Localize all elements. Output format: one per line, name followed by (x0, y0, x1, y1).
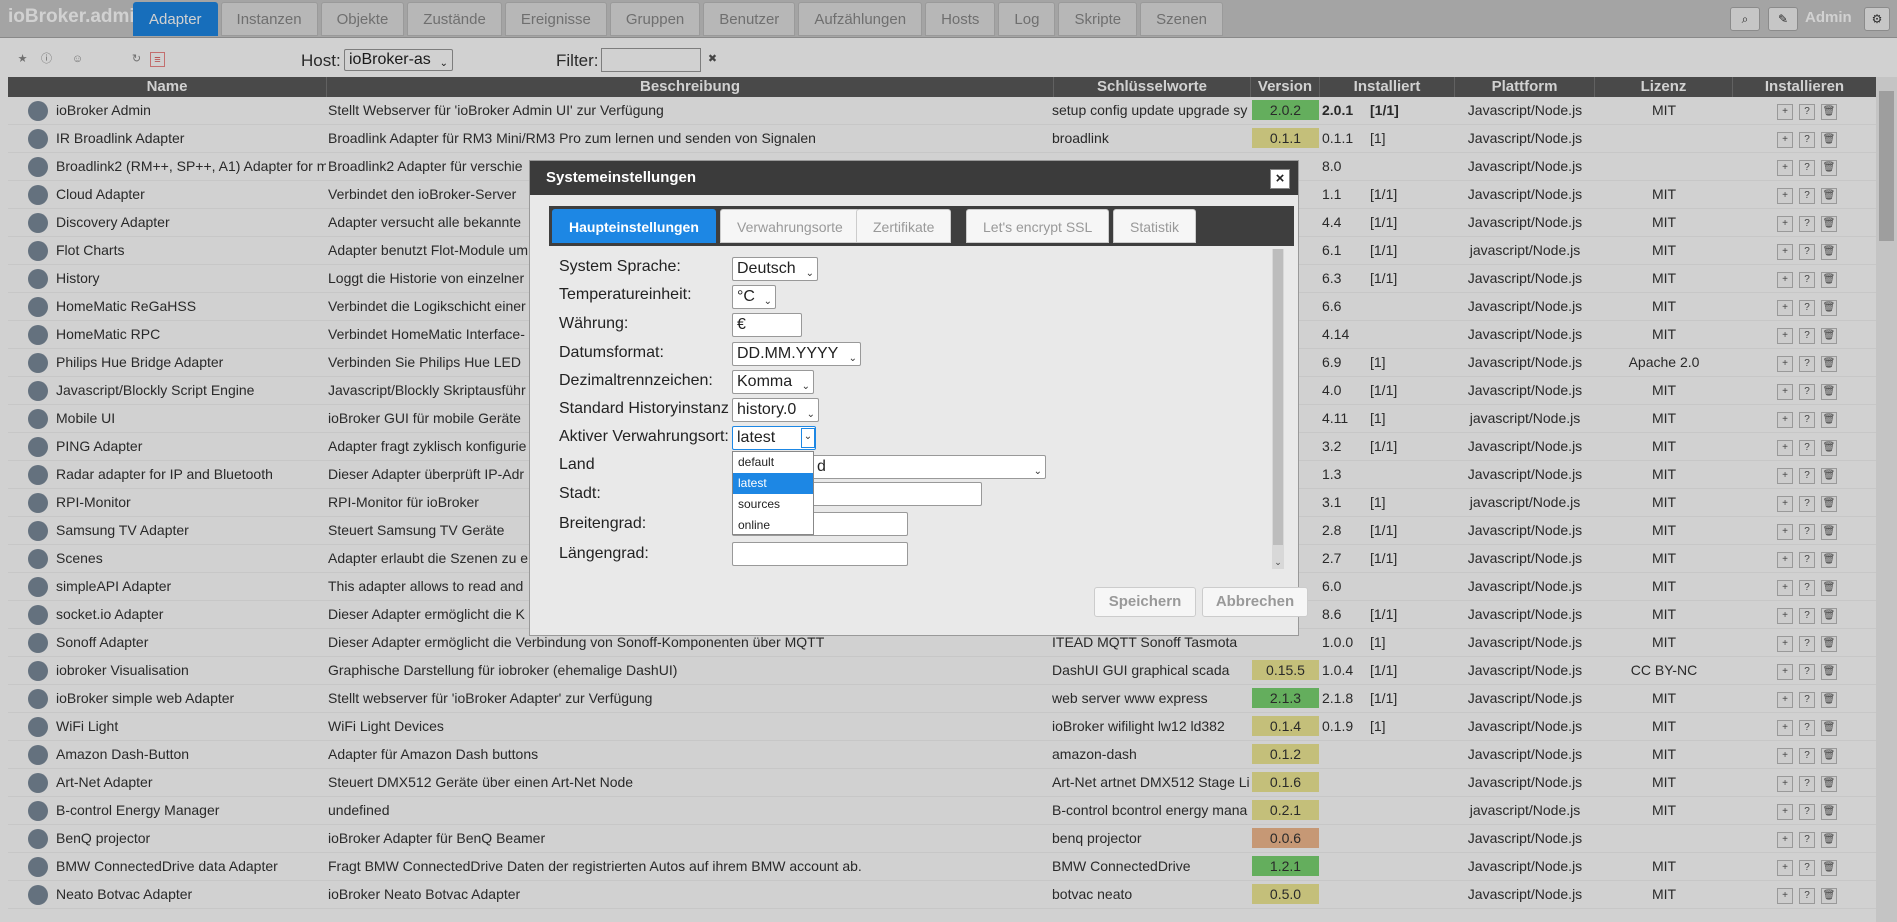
dropdown-option-sources[interactable]: sources (733, 494, 813, 515)
language-label: System Sprache: (559, 258, 681, 275)
active-repository-label: Aktiver Verwahrungsort: (559, 428, 729, 445)
decimal-separator-label: Dezimaltrennzeichen: (559, 372, 713, 389)
city-label: Stadt: (559, 485, 601, 502)
latitude-label: Breitengrad: (559, 515, 647, 532)
decimal-separator-select[interactable]: Komma ⌄ (732, 370, 814, 394)
dialog-scrollbar-thumb[interactable] (1273, 249, 1283, 545)
country-label: Land (559, 456, 595, 473)
tab-verwahrungsorte[interactable]: Verwahrungsorte (720, 209, 860, 243)
tab-haupteinstellungen[interactable]: Haupteinstellungen (552, 209, 716, 243)
language-select[interactable]: Deutsch ⌄ (732, 257, 818, 281)
date-format-label: Datumsformat: (559, 344, 664, 361)
chevron-down-icon: ⌄ (801, 381, 810, 392)
temperature-select[interactable]: °C ⌄ (732, 285, 776, 309)
repository-dropdown-list: default latest sources online (732, 451, 814, 535)
date-format-select[interactable]: DD.MM.YYYY ⌄ (732, 342, 861, 366)
close-icon[interactable]: × (1270, 169, 1290, 189)
history-instance-select[interactable]: history.0 ⌄ (732, 398, 819, 422)
chevron-down-icon: ⌄ (763, 296, 772, 307)
active-repository-value: latest (737, 429, 776, 446)
cancel-button[interactable]: Abbrechen (1202, 587, 1308, 617)
language-value: Deutsch (737, 260, 796, 277)
longitude-input[interactable] (732, 542, 908, 566)
temperature-value: °C (737, 288, 755, 305)
currency-input[interactable]: € (732, 313, 802, 337)
temperature-label: Temperatureinheit: (559, 286, 692, 303)
currency-label: Währung: (559, 315, 629, 332)
tab-statistik[interactable]: Statistik (1113, 209, 1197, 243)
save-button[interactable]: Speichern (1094, 587, 1196, 617)
dialog-scrollbar[interactable]: ⌄ (1272, 249, 1284, 569)
country-value: d (817, 458, 826, 475)
chevron-down-icon: ⌄ (801, 428, 815, 448)
dropdown-option-default[interactable]: default (733, 452, 813, 473)
history-instance-value: history.0 (737, 401, 797, 418)
currency-value: € (737, 316, 746, 333)
history-instance-label: Standard Historyinstanz (559, 400, 729, 417)
dropdown-option-online[interactable]: online (733, 515, 813, 536)
tab-zertifikate[interactable]: Zertifikate (856, 209, 952, 243)
longitude-label: Längengrad: (559, 545, 649, 562)
dropdown-option-latest[interactable]: latest (733, 473, 813, 494)
chevron-down-icon: ⌄ (805, 268, 814, 279)
decimal-separator-value: Komma (737, 373, 793, 390)
chevron-down-icon: ⌄ (848, 353, 857, 364)
tab-lets-encrypt[interactable]: Let's encrypt SSL (966, 209, 1110, 243)
chevron-down-icon[interactable]: ⌄ (1272, 555, 1284, 569)
chevron-down-icon: ⌄ (806, 409, 815, 420)
date-format-value: DD.MM.YYYY (737, 345, 839, 362)
chevron-down-icon: ⌄ (1033, 466, 1042, 477)
system-settings-dialog: Systemeinstellungen × Haupteinstellungen… (529, 160, 1308, 636)
dialog-tabs: Haupteinstellungen Verwahrungsorte Zerti… (549, 206, 1294, 246)
dialog-title: Systemeinstellungen (530, 161, 1298, 195)
active-repository-select[interactable]: latest ⌄ (732, 426, 816, 450)
